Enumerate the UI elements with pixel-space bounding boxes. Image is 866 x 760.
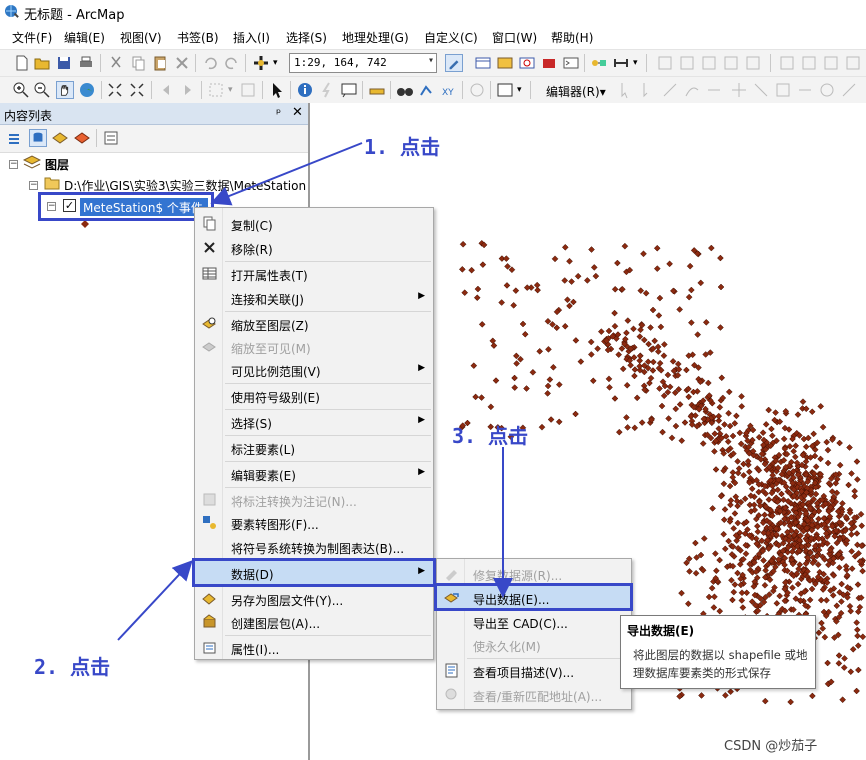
csdn-watermark: CSDN @炒茄子 [724,739,818,754]
step2-annotation: 2. 点击 [34,655,111,679]
annotation-arrows [117,142,513,641]
step2-arrow [117,560,193,641]
step3-annotation: 3. 点击 [452,424,529,448]
step1-arrow [210,142,363,206]
step1-annotation: 1. 点击 [364,135,441,159]
